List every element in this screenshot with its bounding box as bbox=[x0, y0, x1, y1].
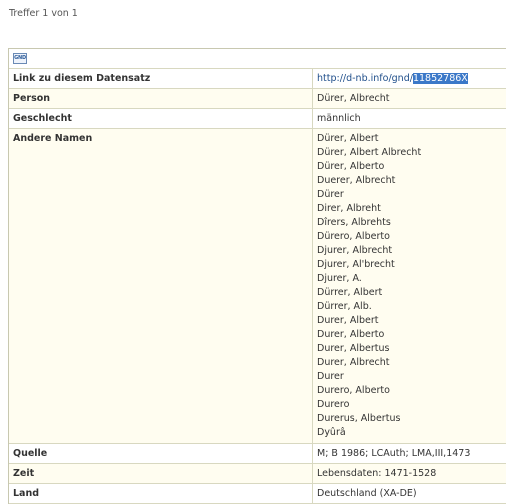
other-name-item: Djurer, Albrecht bbox=[317, 245, 393, 256]
gender-value: männlich bbox=[317, 113, 361, 124]
other-name-item: Dürer, Albert Albrecht bbox=[317, 147, 422, 158]
country-value: Deutschland (XA-DE) bbox=[317, 488, 417, 499]
other-name-item: Durerus, Albertus bbox=[317, 413, 401, 424]
country-label: Land bbox=[9, 484, 313, 503]
other-name-item: Dürrer, Alb. bbox=[317, 301, 372, 312]
person-label: Person bbox=[9, 89, 313, 108]
record-link-id-selected[interactable]: 11852786X bbox=[412, 73, 468, 84]
other-name-item: Durero, Alberto bbox=[317, 385, 390, 396]
other-names-label: Andere Namen bbox=[9, 129, 313, 443]
record-link-prefix[interactable]: http://d-nb.info/gnd/ bbox=[317, 73, 413, 84]
record-table: GND Link zu diesem Datensatz http://d-nb… bbox=[8, 48, 506, 504]
other-names-value: Dürer, Albert Dürer, Albert Albrecht Dür… bbox=[313, 129, 425, 443]
other-name-item: Dürrer, Albert bbox=[317, 287, 383, 298]
other-name-item: Durer, Albrecht bbox=[317, 357, 390, 368]
other-name-item: Durer bbox=[317, 371, 344, 382]
person-value: Dürer, Albrecht bbox=[317, 93, 390, 104]
other-name-item: Durer, Albert bbox=[317, 315, 379, 326]
other-name-item: Dîrers, Albrehts bbox=[317, 217, 391, 228]
row-source: Quelle M; B 1986; LCAuth; LMA,III,1473 bbox=[9, 444, 506, 464]
other-name-item: Durer, Albertus bbox=[317, 343, 390, 354]
time-label: Zeit bbox=[9, 464, 313, 483]
logo-row: GND bbox=[9, 49, 506, 69]
source-value: M; B 1986; LCAuth; LMA,III,1473 bbox=[317, 448, 471, 459]
record-link[interactable]: http://d-nb.info/gnd/11852786X bbox=[313, 69, 472, 88]
other-name-item: Dürer, Albert bbox=[317, 133, 379, 144]
other-name-item: Duerer, Albrecht bbox=[317, 175, 396, 186]
gnd-logo-icon: GND bbox=[13, 53, 27, 64]
time-value: Lebensdaten: 1471-1528 bbox=[317, 468, 437, 479]
row-link: Link zu diesem Datensatz http://d-nb.inf… bbox=[9, 69, 506, 89]
other-names-list: Dürer, Albert Dürer, Albert Albrecht Dür… bbox=[317, 132, 421, 440]
other-name-item: Djurer, A. bbox=[317, 273, 362, 284]
other-name-item: Durer, Alberto bbox=[317, 329, 385, 340]
source-label: Quelle bbox=[9, 444, 313, 463]
other-name-item: Dürero, Alberto bbox=[317, 231, 390, 242]
gender-label: Geschlecht bbox=[9, 109, 313, 128]
other-name-item: Durero bbox=[317, 399, 350, 410]
row-country: Land Deutschland (XA-DE) bbox=[9, 484, 506, 504]
other-name-item: Dürer, Alberto bbox=[317, 161, 385, 172]
results-count: Treffer 1 von 1 bbox=[9, 8, 78, 19]
other-name-item: Dürer bbox=[317, 189, 344, 200]
other-name-item: Direr, Albreht bbox=[317, 203, 381, 214]
other-name-item: Dyûrâ bbox=[317, 427, 346, 438]
row-gender: Geschlecht männlich bbox=[9, 109, 506, 129]
row-person: Person Dürer, Albrecht bbox=[9, 89, 506, 109]
link-label: Link zu diesem Datensatz bbox=[9, 69, 313, 88]
row-other-names: Andere Namen Dürer, Albert Dürer, Albert… bbox=[9, 129, 506, 444]
row-time: Zeit Lebensdaten: 1471-1528 bbox=[9, 464, 506, 484]
other-name-item: Djurer, Al'brecht bbox=[317, 259, 395, 270]
